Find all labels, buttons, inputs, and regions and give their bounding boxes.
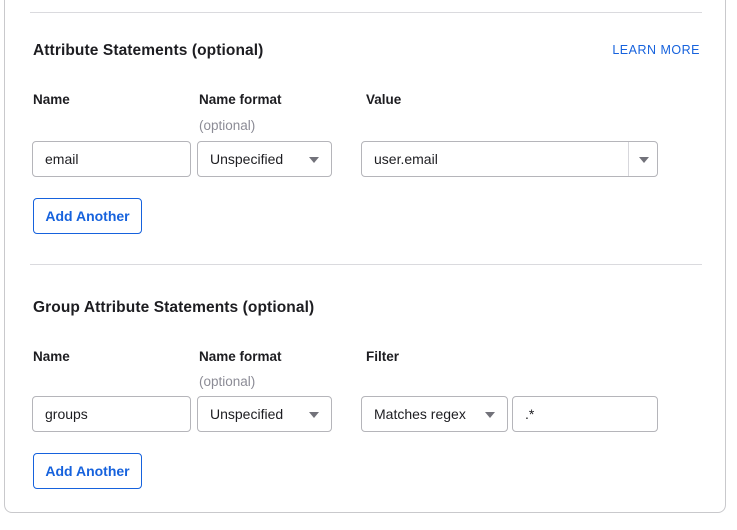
section-divider-middle bbox=[30, 264, 702, 265]
group-attribute-name-input[interactable] bbox=[32, 396, 191, 432]
column-label-name: Name bbox=[33, 92, 70, 107]
chevron-down-icon bbox=[485, 412, 495, 418]
add-another-attribute-button[interactable]: Add Another bbox=[33, 198, 142, 234]
column-label-filter: Filter bbox=[366, 349, 399, 364]
chevron-down-icon bbox=[309, 412, 319, 418]
column-sublabel-optional: (optional) bbox=[199, 374, 255, 389]
group-attribute-filter-type-selected-value: Matches regex bbox=[374, 406, 466, 422]
chevron-down-icon bbox=[309, 157, 319, 163]
column-sublabel-optional: (optional) bbox=[199, 118, 255, 133]
attribute-name-format-select[interactable]: Unspecified bbox=[197, 141, 332, 177]
column-label-name: Name bbox=[33, 349, 70, 364]
column-label-name-format: Name format bbox=[199, 349, 282, 364]
settings-panel bbox=[4, 0, 726, 513]
chevron-down-icon bbox=[639, 157, 649, 163]
column-label-value: Value bbox=[366, 92, 401, 107]
attribute-value-input[interactable] bbox=[362, 142, 628, 176]
group-attribute-name-format-select[interactable]: Unspecified bbox=[197, 396, 332, 432]
group-attribute-filter-type-select[interactable]: Matches regex bbox=[361, 396, 508, 432]
attribute-statements-title: Attribute Statements (optional) bbox=[33, 42, 263, 60]
section-divider-top bbox=[30, 12, 702, 13]
group-attribute-filter-value-input[interactable] bbox=[512, 396, 658, 432]
attribute-value-combobox bbox=[361, 141, 658, 177]
learn-more-link[interactable]: LEARN MORE bbox=[612, 43, 700, 57]
attribute-value-dropdown-button[interactable] bbox=[628, 142, 657, 176]
add-another-group-attribute-button[interactable]: Add Another bbox=[33, 453, 142, 489]
attribute-name-input[interactable] bbox=[32, 141, 191, 177]
column-label-name-format: Name format bbox=[199, 92, 282, 107]
group-attribute-statements-title: Group Attribute Statements (optional) bbox=[33, 299, 314, 317]
group-attribute-name-format-selected-value: Unspecified bbox=[210, 406, 283, 422]
attribute-name-format-selected-value: Unspecified bbox=[210, 151, 283, 167]
